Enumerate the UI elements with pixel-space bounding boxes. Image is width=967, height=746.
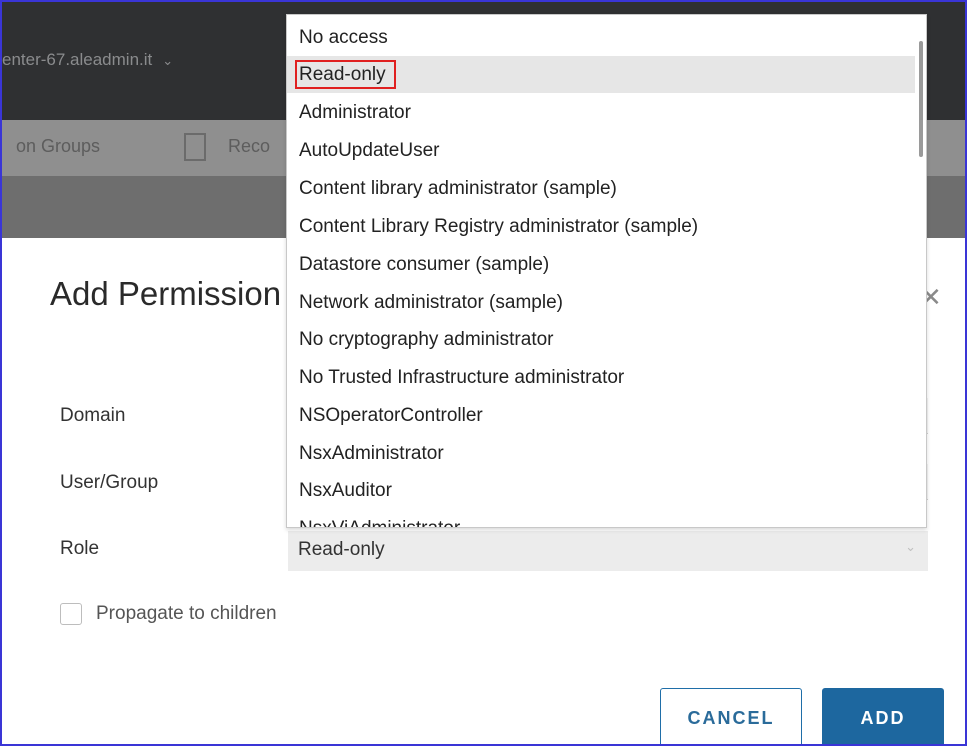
propagate-checkbox-row[interactable]: Propagate to children: [60, 603, 277, 625]
role-value: Read-only: [298, 539, 385, 560]
role-option-selected[interactable]: Read-only: [287, 56, 915, 93]
vcenter-name: enter-67.aleadmin.it: [2, 50, 153, 69]
role-option[interactable]: No Trusted Infrastructure administrator: [287, 359, 915, 396]
domain-label: Domain: [60, 405, 126, 426]
role-option[interactable]: Administrator: [287, 94, 915, 131]
role-option[interactable]: Network administrator (sample): [287, 284, 915, 321]
screenshot-frame: enter-67.aleadmin.it ⌄ on Groups Reco Add…: [0, 0, 967, 746]
dialog-title: Add Permission: [50, 275, 282, 312]
role-option[interactable]: Datastore consumer (sample): [287, 246, 915, 283]
vcenter-selector[interactable]: enter-67.aleadmin.it ⌄: [2, 50, 173, 70]
propagate-label: Propagate to children: [96, 603, 277, 624]
chevron-down-icon: ⌄: [162, 53, 174, 68]
role-option[interactable]: NsxAuditor: [287, 472, 915, 509]
document-icon: [184, 133, 206, 161]
role-label: Role: [60, 538, 100, 559]
role-select[interactable]: Read-only ⌄: [288, 531, 928, 571]
toolbar-groups-tab[interactable]: on Groups: [16, 136, 100, 157]
add-button[interactable]: ADD: [822, 688, 944, 744]
role-option[interactable]: No cryptography administrator: [287, 321, 915, 358]
role-option[interactable]: NsxViAdministrator: [287, 510, 915, 527]
role-option[interactable]: AutoUpdateUser: [287, 132, 915, 169]
cancel-button[interactable]: CANCEL: [660, 688, 802, 744]
dropdown-scrollbar[interactable]: [919, 41, 923, 157]
chevron-down-icon: ⌄: [905, 539, 916, 554]
role-dropdown-list[interactable]: No access Read-only Administrator AutoUp…: [286, 14, 927, 528]
role-option[interactable]: Content Library Registry administrator (…: [287, 208, 915, 245]
role-option[interactable]: No access: [287, 19, 915, 56]
role-option[interactable]: Content library administrator (sample): [287, 170, 915, 207]
role-option[interactable]: NSOperatorController: [287, 397, 915, 434]
role-option[interactable]: NsxAdministrator: [287, 435, 915, 472]
user-group-label: User/Group: [60, 472, 159, 493]
toolbar-recent-tab[interactable]: Reco: [228, 136, 270, 157]
propagate-checkbox[interactable]: [60, 603, 82, 625]
